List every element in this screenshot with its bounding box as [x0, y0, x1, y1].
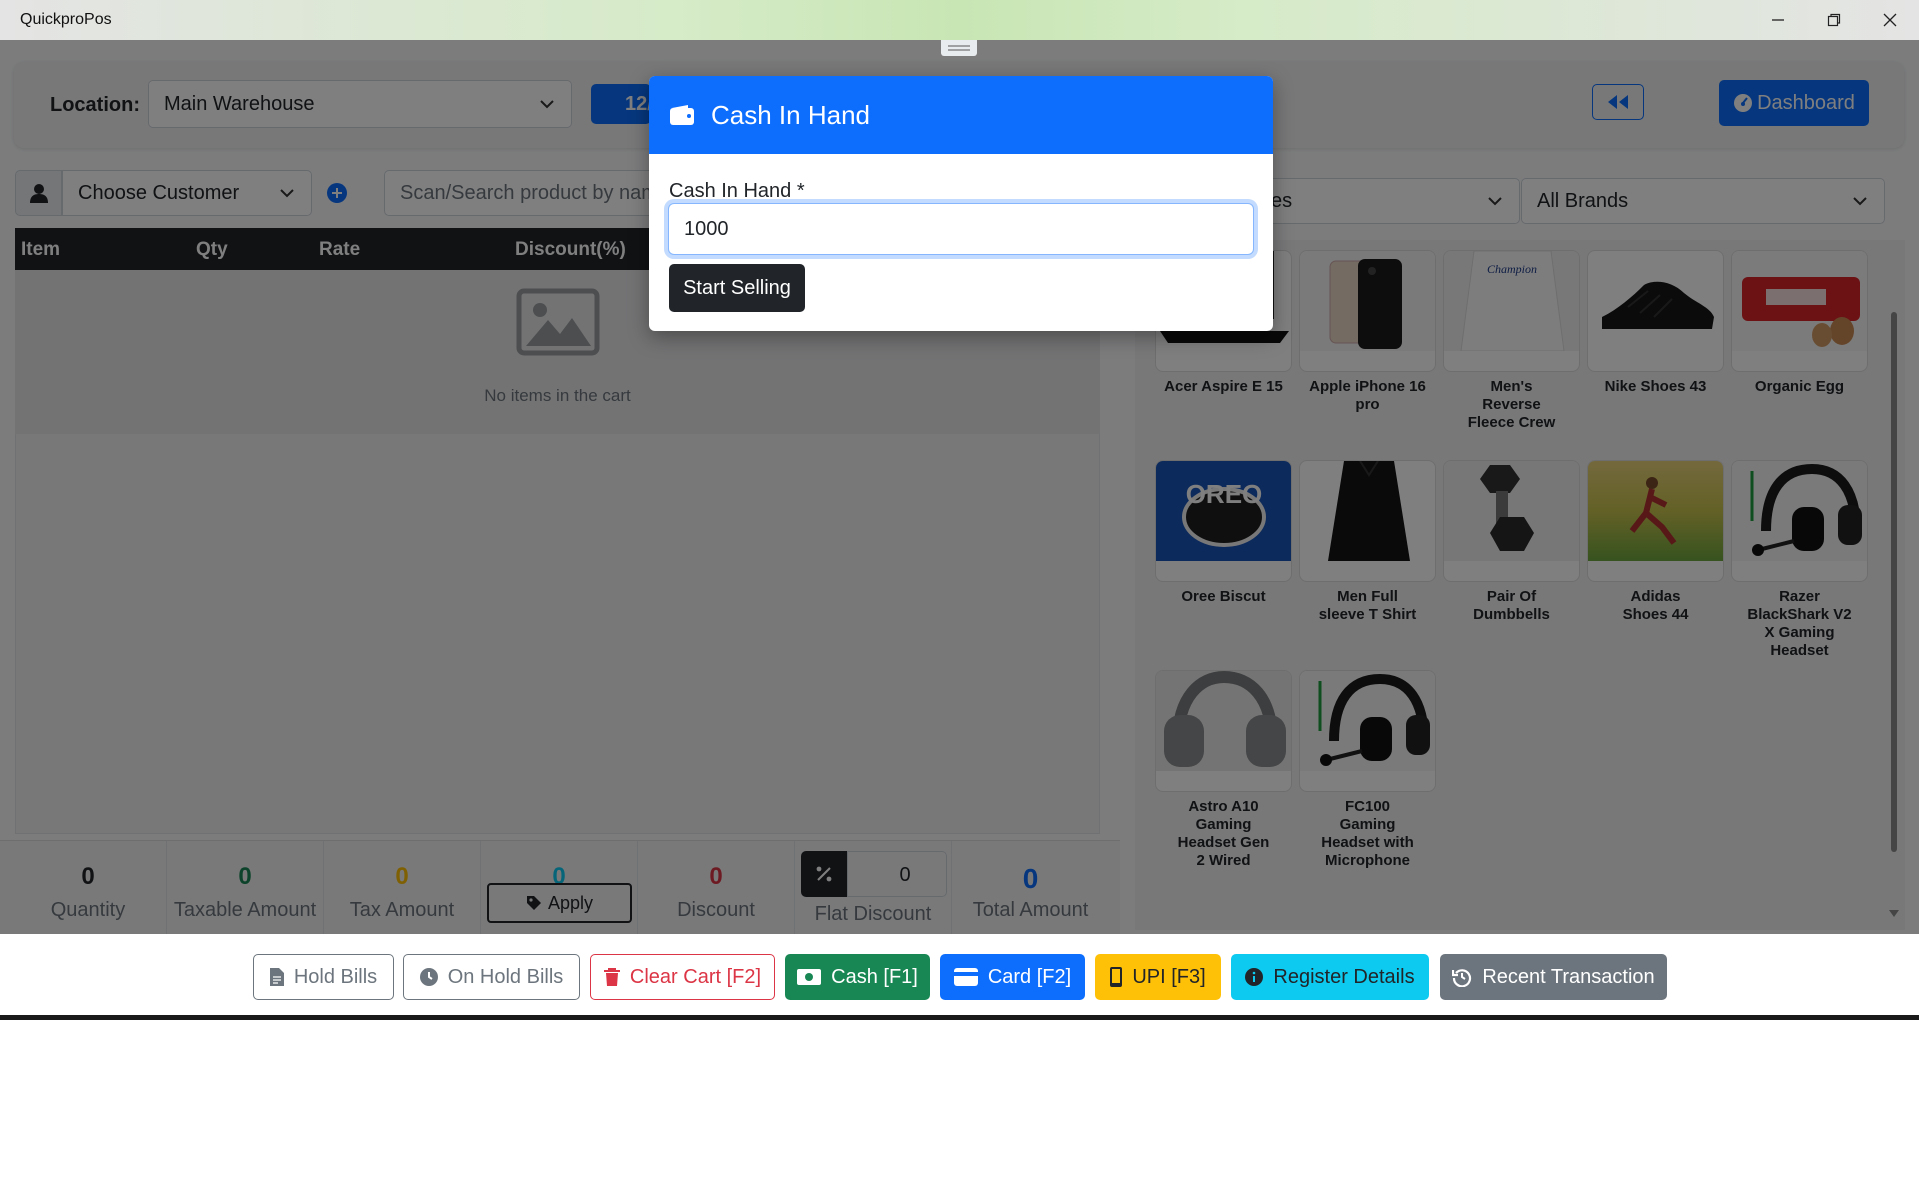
recent-transaction-button[interactable]: Recent Transaction — [1440, 954, 1667, 1000]
cash-in-hand-input[interactable] — [668, 203, 1254, 255]
mobile-phone-icon — [1110, 967, 1123, 987]
window-titlebar: QuickproPos — [0, 0, 1919, 40]
credit-card-icon — [953, 968, 978, 986]
minimize-button[interactable] — [1750, 0, 1806, 40]
upi-label: UPI [F3] — [1132, 965, 1206, 988]
cash-label: Cash [F1] — [831, 965, 918, 988]
file-icon — [269, 968, 284, 986]
modal-header: Cash In Hand — [649, 76, 1273, 154]
restore-icon — [1827, 13, 1841, 27]
card-label: Card [F2] — [987, 965, 1072, 988]
start-selling-button[interactable]: Start Selling — [669, 264, 805, 312]
clear-cart-label: Clear Cart [F2] — [629, 965, 762, 988]
card-button[interactable]: Card [F2] — [940, 954, 1085, 1000]
hold-bills-label: Hold Bills — [293, 965, 378, 988]
cash-button[interactable]: Cash [F1] — [785, 954, 930, 1000]
cash-in-hand-label: Cash In Hand * — [669, 180, 805, 202]
handle-icon — [948, 45, 970, 51]
footer-action-bar: Hold Bills On Hold Bills Clear Cart [F2]… — [0, 934, 1919, 1020]
minimize-icon — [1772, 19, 1784, 21]
register-details-label: Register Details — [1273, 965, 1415, 988]
trash-icon — [603, 968, 620, 986]
recent-transaction-label: Recent Transaction — [1482, 965, 1655, 988]
clock-icon — [419, 968, 438, 986]
window-title: QuickproPos — [20, 11, 112, 28]
drag-handle[interactable] — [941, 40, 977, 56]
register-details-button[interactable]: Register Details — [1231, 954, 1429, 1000]
cash-in-hand-modal: Cash In Hand Cash In Hand * Start Sellin… — [649, 76, 1273, 331]
history-icon — [1452, 969, 1472, 987]
wallet-icon — [670, 105, 694, 125]
close-button[interactable] — [1862, 0, 1918, 40]
money-bill-icon — [797, 969, 822, 985]
modal-title: Cash In Hand — [711, 99, 870, 130]
close-icon — [1883, 13, 1897, 27]
info-icon — [1245, 968, 1264, 986]
clear-cart-button[interactable]: Clear Cart [F2] — [590, 954, 775, 1000]
on-hold-bills-label: On Hold Bills — [447, 965, 564, 988]
upi-button[interactable]: UPI [F3] — [1095, 954, 1221, 1000]
restore-button[interactable] — [1806, 0, 1862, 40]
on-hold-bills-button[interactable]: On Hold Bills — [403, 954, 580, 1000]
hold-bills-button[interactable]: Hold Bills — [253, 954, 394, 1000]
